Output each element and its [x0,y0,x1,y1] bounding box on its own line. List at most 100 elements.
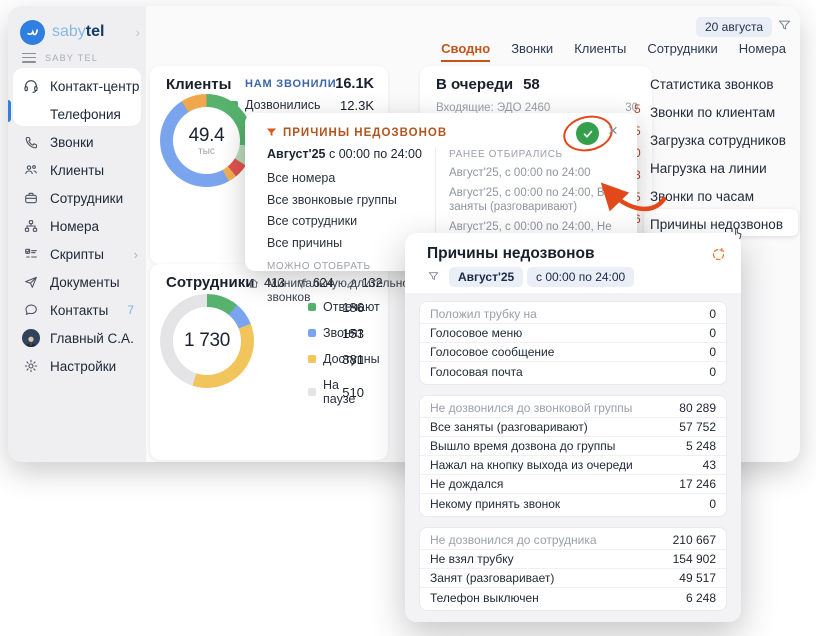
legend-value: 510 [342,385,364,400]
legend-row: Звонят 153 [308,326,364,340]
employees-donut-total: 1 730 [184,330,230,352]
tab-sotrudniki[interactable]: Сотрудники [647,41,717,62]
legend-swatch [308,303,316,311]
employees-card-title: Сотрудники [166,274,254,291]
legend-value: 153 [342,326,364,341]
menu-item-employee-load[interactable]: Загрузка сотрудников [650,128,786,152]
chevron-right-icon: › [134,247,138,262]
apply-filter-button[interactable] [576,122,599,145]
table-row[interactable]: Занят (разговаривает)49 517 [420,569,726,588]
sidebar: sabytel › SABY TEL Контакт-центр Телефон… [8,6,146,462]
clients-donut-total: 49.4 [189,125,225,147]
table-row[interactable]: Нажал на кнопку выхода из очереди43 [420,456,726,475]
brand-subtitle: SABY TEL [45,53,98,63]
table-row[interactable]: Положил трубку на0 [420,305,726,324]
table-row[interactable]: Вышло время дозвона до группы5 248 [420,437,726,456]
clipped-value: 5 [634,102,647,116]
people-icon [22,161,40,179]
table-row[interactable]: Все заняты (разговаривают)57 752 [420,418,726,437]
legend-value: 881 [342,352,364,367]
history-label: РАНЕЕ ОТБИРАЛИСЬ [449,149,631,160]
chevron-right-icon[interactable]: › [135,24,140,40]
sidebar-item-contacts[interactable]: Контакты 7 [22,298,140,322]
logo-text-tel: tel [86,23,105,40]
table-row[interactable]: Телефон выключен6 248 [420,588,726,607]
summary-tabs: Сводно Звонки Клиенты Сотрудники Номера [441,41,786,62]
legend-row: Дозвонились 12.3K [230,98,374,112]
table-row[interactable]: Не дозвонился до звонковой группы80 289 [420,399,726,418]
callers-link[interactable]: НАМ ЗВОНИЛИ [245,78,337,90]
sidebar-item-documents[interactable]: Документы [22,270,140,294]
tab-nomera[interactable]: Номера [739,41,786,62]
employees-donut-chart[interactable]: 1 730 [160,294,254,388]
legend-row: Доступны 881 [308,352,364,366]
hamburger-icon[interactable] [22,50,36,65]
saby-bird-icon [20,20,45,45]
table-row[interactable]: Голосовая почта0 [420,362,726,381]
funnel-icon [265,126,278,139]
table-row[interactable]: Голосовое сообщение0 [420,343,726,362]
sidebar-item-label: Номера [50,219,99,234]
sidebar-item-label: Контакты [50,303,108,318]
queue-card-title: В очереди [436,76,513,93]
legend-value: 12.3K [340,98,374,113]
close-icon[interactable]: × [608,121,618,141]
menu-item-call-stats[interactable]: Статистика звонков [650,72,774,96]
sidebar-item-label: Главный С.А. [50,331,134,346]
sidebar-item-label: Звонки [50,135,94,150]
phone-icon [22,133,40,151]
filter-all-call-groups[interactable]: Все звонковые группы [267,190,432,212]
tab-klienty[interactable]: Клиенты [574,41,626,62]
legend-swatch [308,329,316,337]
table-row[interactable]: Не взял трубку154 902 [420,550,726,569]
app-logo[interactable]: sabytel › [20,18,140,46]
reasons-section-employee: Не дозвонился до сотрудника210 667 Не вз… [419,527,727,611]
clients-card-title: Клиенты [166,76,231,93]
filter-all-numbers[interactable]: Все номера [267,168,432,190]
period-filter[interactable]: Август'25 с 00:00 по 24:00 [267,147,432,161]
sidebar-item-contact-center[interactable]: Контакт-центр [22,74,140,98]
tab-zvonki[interactable]: Звонки [511,41,553,62]
sidebar-item-label: Контакт-центр [50,79,139,94]
table-row[interactable]: Голосовое меню0 [420,324,726,343]
user-avatar [22,329,40,347]
clients-donut-unit: тыс [198,146,215,157]
history-item[interactable]: Август'25, с 00:00 по 24:00 [449,166,631,181]
time-range-chip[interactable]: с 00:00 по 24:00 [527,267,634,287]
sidebar-item-scripts[interactable]: Скрипты › [22,242,140,266]
legend-swatch [308,355,316,363]
clients-donut-chart[interactable]: 49.4 тыс [160,94,253,187]
menu-item-calls-by-clients[interactable]: Звонки по клиентам [650,100,775,124]
filter-funnel-icon[interactable] [777,18,792,33]
sidebar-item-profile[interactable]: Главный С.А. [22,326,140,350]
sidebar-item-calls[interactable]: Звонки [22,130,140,154]
menu-item-line-load[interactable]: Нагрузка на линии [650,156,767,180]
modal-body: Положил трубку на0 Голосовое меню0 Голос… [405,293,741,622]
history-item[interactable]: Август'25, с 00:00 по 24:00, Все заняты … [449,186,631,215]
funnel-icon[interactable] [427,270,440,283]
period-chip[interactable]: Август'25 [449,267,523,287]
refresh-icon[interactable] [711,247,726,262]
legend-row: На паузе 510 [308,378,364,406]
date-filter-chip[interactable]: 20 августа [696,17,772,37]
sidebar-item-numbers[interactable]: Номера [22,214,140,238]
table-row[interactable]: Не дождался17 246 [420,475,726,494]
logo-text-saby: saby [52,23,86,40]
screen: sabytel › SABY TEL Контакт-центр Телефон… [0,0,816,636]
popup-title: ПРИЧИНЫ НЕДОЗВОНОВ [283,127,447,139]
brand-row: SABY TEL [22,50,98,65]
chat-icon [22,301,40,319]
sidebar-item-employees[interactable]: Сотрудники [22,186,140,210]
menu-item-calls-by-hours[interactable]: Звонки по часам [650,184,754,208]
table-row[interactable]: Не дозвонился до сотрудника210 667 [420,531,726,550]
sitemap-icon [22,217,40,235]
table-row[interactable]: Некому принять звонок0 [420,494,726,513]
legend-swatch [308,388,316,396]
sidebar-item-label: Сотрудники [50,191,123,206]
sidebar-item-clients[interactable]: Клиенты [22,158,140,182]
sidebar-item-settings[interactable]: Настройки [22,354,140,378]
home-icon [247,277,260,290]
filter-all-employees[interactable]: Все сотрудники [267,211,432,233]
send-icon [22,273,40,291]
tab-svodno[interactable]: Сводно [441,41,490,62]
